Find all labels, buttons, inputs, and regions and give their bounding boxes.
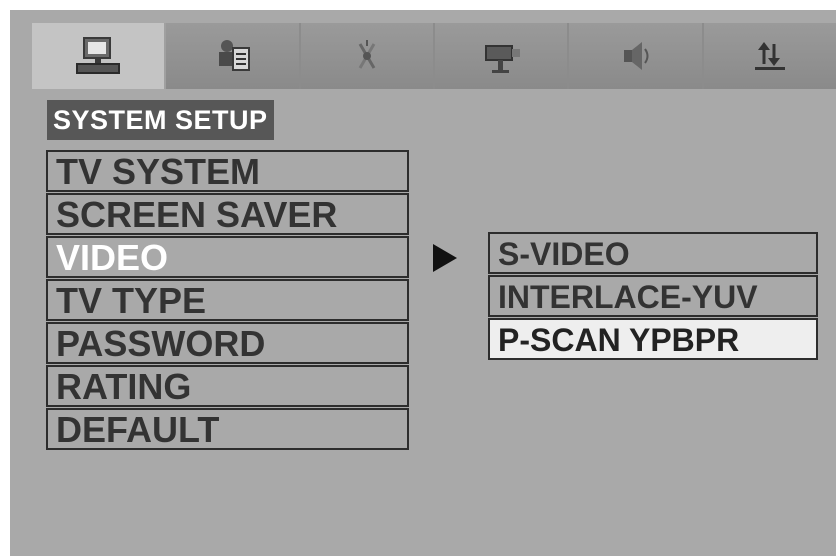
settings-tab-bar bbox=[32, 23, 836, 89]
osd-screen: SYSTEM SETUP TV SYSTEM SCREEN SAVER VIDE… bbox=[10, 10, 836, 556]
submenu-item-s-video[interactable]: S-VIDEO bbox=[488, 232, 818, 274]
menu-item-password[interactable]: PASSWORD bbox=[46, 322, 409, 364]
submenu-pointer-icon bbox=[433, 244, 457, 272]
menu-item-rating[interactable]: RATING bbox=[46, 365, 409, 407]
submenu-item-p-scan-ypbpr[interactable]: P-SCAN YPBPR bbox=[488, 318, 818, 360]
language-icon bbox=[219, 40, 251, 71]
tab-exit[interactable] bbox=[703, 23, 836, 89]
submenu-item-interlace-yuv[interactable]: INTERLACE-YUV bbox=[488, 275, 818, 317]
page-title: SYSTEM SETUP bbox=[47, 100, 274, 140]
menu-item-default[interactable]: DEFAULT bbox=[46, 408, 409, 450]
tab-speaker-setup[interactable] bbox=[569, 23, 704, 89]
camera-icon bbox=[485, 45, 521, 73]
menu-item-tv-system[interactable]: TV SYSTEM bbox=[46, 150, 409, 192]
menu-item-screen-saver[interactable]: SCREEN SAVER bbox=[46, 193, 409, 235]
tab-video-setup[interactable] bbox=[434, 23, 570, 89]
audio-satellite-icon bbox=[358, 40, 376, 69]
exit-arrows-icon bbox=[754, 42, 785, 70]
speaker-icon bbox=[624, 42, 649, 70]
menu-item-tv-type[interactable]: TV TYPE bbox=[46, 279, 409, 321]
tab-audio-setup[interactable] bbox=[300, 23, 435, 89]
video-submenu: S-VIDEO INTERLACE-YUV P-SCAN YPBPR bbox=[488, 232, 818, 360]
tab-language-setup[interactable] bbox=[166, 23, 301, 89]
system-setup-menu: TV SYSTEM SCREEN SAVER VIDEO TV TYPE PAS… bbox=[46, 150, 409, 450]
tab-system-setup[interactable] bbox=[32, 23, 167, 89]
monitor-icon bbox=[76, 37, 121, 74]
menu-item-video[interactable]: VIDEO bbox=[46, 236, 409, 278]
